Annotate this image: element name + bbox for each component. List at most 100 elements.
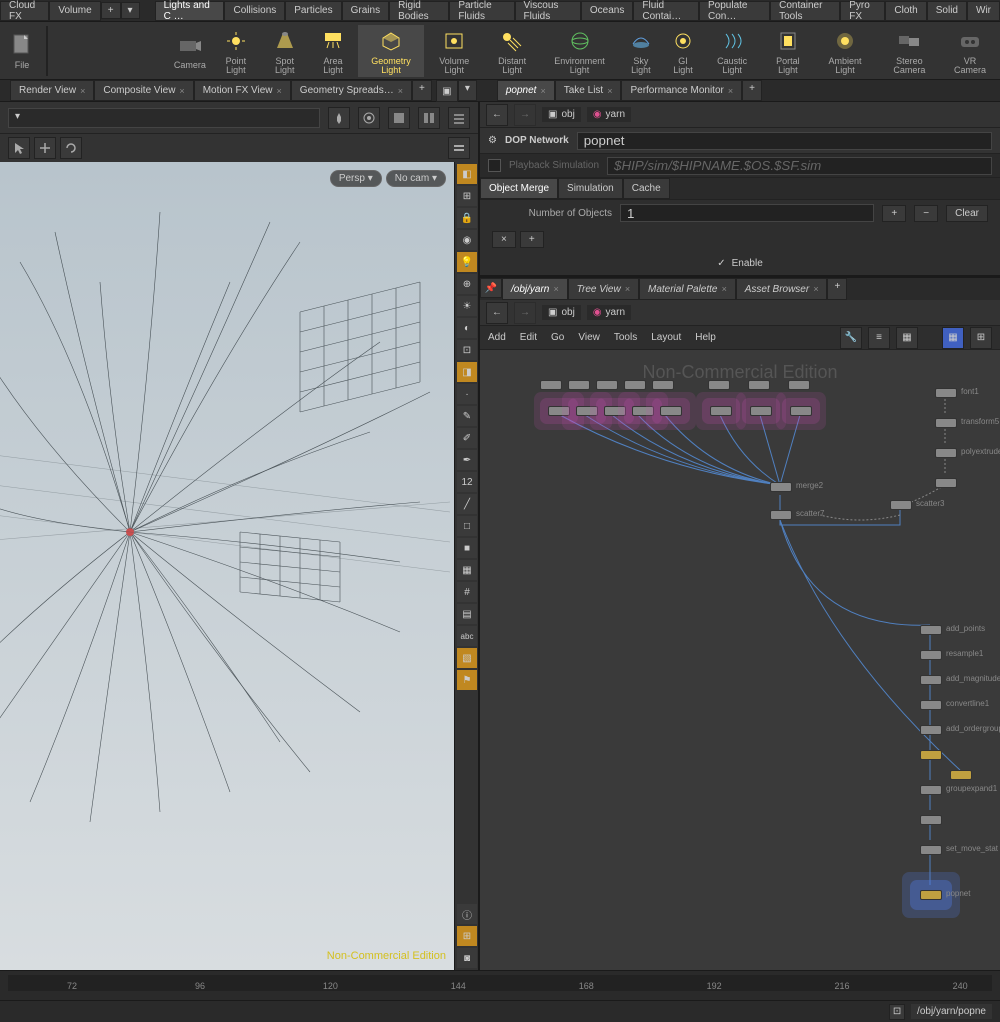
shelf-tab-pfluids[interactable]: Particle Fluids xyxy=(449,1,514,21)
param-tab-objmerge[interactable]: Object Merge xyxy=(480,178,558,199)
pin-icon[interactable] xyxy=(328,107,350,129)
close-icon[interactable]: × xyxy=(607,86,612,96)
menu-view[interactable]: View xyxy=(578,332,600,343)
shelf-add-left[interactable]: + xyxy=(101,2,121,19)
vsb-grid-icon[interactable]: ⊡ xyxy=(457,340,477,360)
menu-go[interactable]: Go xyxy=(551,332,564,343)
vsb-line-icon[interactable]: ╱ xyxy=(457,494,477,514)
snapshot-icon[interactable] xyxy=(358,107,380,129)
close-icon[interactable]: × xyxy=(398,86,403,96)
move-tool-icon[interactable] xyxy=(34,137,56,159)
param-close-btn[interactable]: × xyxy=(492,231,516,248)
node-grid7[interactable] xyxy=(748,380,770,390)
shelf-camera[interactable]: Camera xyxy=(170,29,210,72)
node-name-input[interactable] xyxy=(577,132,992,150)
render-icon[interactable] xyxy=(388,107,410,129)
pane-tab-add-right[interactable]: + xyxy=(742,80,762,101)
net-tool-grid-icon[interactable]: ▦ xyxy=(896,327,918,349)
net-tool-color1-icon[interactable]: ▦ xyxy=(942,327,964,349)
vsb-img-icon[interactable]: ▧ xyxy=(457,648,477,668)
node-chain5[interactable] xyxy=(920,750,942,760)
node-xform2[interactable] xyxy=(750,406,772,416)
menu-edit[interactable]: Edit xyxy=(520,332,537,343)
node-line3[interactable] xyxy=(604,406,626,416)
menu-layout[interactable]: Layout xyxy=(651,332,681,343)
shelf-tab-volume[interactable]: Volume xyxy=(49,1,100,21)
vsb-abc-icon[interactable]: abc xyxy=(457,626,477,646)
vsb-4view-icon[interactable]: ⊞ xyxy=(457,926,477,946)
node-chain6[interactable] xyxy=(920,785,942,795)
menu-add[interactable]: Add xyxy=(488,332,506,343)
viewer-path-dropdown[interactable]: ▾ xyxy=(8,108,320,128)
close-icon[interactable]: × xyxy=(721,284,726,294)
vsb-12-icon[interactable]: 12 xyxy=(457,472,477,492)
pane-tab-perfmon[interactable]: Performance Monitor× xyxy=(621,80,742,101)
vsb-globe-icon[interactable]: ⊕ xyxy=(457,274,477,294)
shelf-envlight[interactable]: Environment Light xyxy=(542,25,618,77)
vsb-fill-icon[interactable]: ■ xyxy=(457,538,477,558)
pane-tab-takelist[interactable]: Take List× xyxy=(555,80,622,101)
shelf-pointlight[interactable]: Point Light xyxy=(212,25,260,77)
close-icon[interactable]: × xyxy=(813,284,818,294)
timeline-track[interactable]: 72 96 120 144 168 192 216 240 xyxy=(8,975,992,991)
shelf-tab-viscous[interactable]: Viscous Fluids xyxy=(515,1,581,21)
node-chain8[interactable] xyxy=(920,845,942,855)
node-xform3[interactable] xyxy=(790,406,812,416)
node-chain4[interactable] xyxy=(920,725,942,735)
shelf-tab-collisions[interactable]: Collisions xyxy=(224,1,285,21)
vsb-hash-icon[interactable]: # xyxy=(457,582,477,602)
shelf-file[interactable]: File xyxy=(4,29,40,72)
select-tool-icon[interactable] xyxy=(8,137,30,159)
settings-icon[interactable] xyxy=(448,107,470,129)
vsb-cam-icon[interactable]: ◙ xyxy=(457,948,477,968)
shelf-tab-container[interactable]: Container Tools xyxy=(770,1,840,21)
vsb-dot-icon[interactable]: · xyxy=(457,384,477,404)
node-line2[interactable] xyxy=(576,406,598,416)
node-chain1[interactable] xyxy=(920,650,942,660)
shelf-arealight[interactable]: Area Light xyxy=(310,25,356,77)
net-tab-assetbrowser[interactable]: Asset Browser× xyxy=(736,278,828,300)
numobj-inc[interactable]: + xyxy=(882,205,906,222)
close-icon[interactable]: × xyxy=(277,86,282,96)
shelf-volumelight[interactable]: Volume Light xyxy=(426,25,483,77)
node-grid3[interactable] xyxy=(596,380,618,390)
sim-path-input[interactable] xyxy=(607,157,992,175)
pane-tab-geospread[interactable]: Geometry Spreads…× xyxy=(291,80,412,101)
net-tool-wrench-icon[interactable]: 🔧 xyxy=(840,327,862,349)
shelf-distantlight[interactable]: Distant Light xyxy=(485,25,540,77)
vsb-shadow-icon[interactable]: ◐ xyxy=(457,318,477,338)
node-grid1[interactable] xyxy=(540,380,562,390)
vsb-square-icon[interactable]: □ xyxy=(457,516,477,536)
shelf-geomlight[interactable]: Geometry Light xyxy=(358,25,424,77)
back-icon[interactable]: ← xyxy=(486,104,508,126)
vsb-info-icon[interactable]: ⓘ xyxy=(457,904,477,924)
vsb-text-icon[interactable]: ▤ xyxy=(457,604,477,624)
close-icon[interactable]: × xyxy=(540,86,545,96)
net-pin-icon[interactable]: 📌 xyxy=(480,278,502,298)
node-grid8[interactable] xyxy=(788,380,810,390)
path-obj[interactable]: ▣obj xyxy=(542,107,581,122)
pane-maximize-left[interactable]: ▣ xyxy=(436,80,458,102)
net-path-obj[interactable]: ▣obj xyxy=(542,305,581,320)
vsb-paint-icon[interactable]: ✐ xyxy=(457,428,477,448)
menu-tools[interactable]: Tools xyxy=(614,332,637,343)
shelf-causticlight[interactable]: Caustic Light xyxy=(704,25,761,77)
path-yarn[interactable]: ◉yarn xyxy=(587,107,631,122)
node-xform5[interactable] xyxy=(935,418,957,428)
net-path-yarn[interactable]: ◉yarn xyxy=(587,305,631,320)
pane-tab-popnet[interactable]: popnet× xyxy=(497,80,555,101)
node-chain7[interactable] xyxy=(920,815,942,825)
vsb-gold-2[interactable]: ◨ xyxy=(457,362,477,382)
param-tab-simulation[interactable]: Simulation xyxy=(558,178,623,199)
vsb-grid2-icon[interactable]: ▦ xyxy=(457,560,477,580)
net-tab-add[interactable]: + xyxy=(827,278,847,300)
shelf-tab-grains[interactable]: Grains xyxy=(342,1,389,21)
numobj-dec[interactable]: − xyxy=(914,205,938,222)
shelf-tab-lights[interactable]: Lights and C … xyxy=(155,1,225,21)
shelf-portallight[interactable]: Portal Light xyxy=(763,25,814,77)
close-icon[interactable]: × xyxy=(80,86,85,96)
viewport[interactable]: Persp ▾ No cam ▾ xyxy=(0,162,454,970)
shelf-tab-rigid[interactable]: Rigid Bodies xyxy=(389,1,449,21)
vsb-bulb-icon[interactable]: 💡 xyxy=(457,252,477,272)
node-merge[interactable] xyxy=(770,482,792,492)
